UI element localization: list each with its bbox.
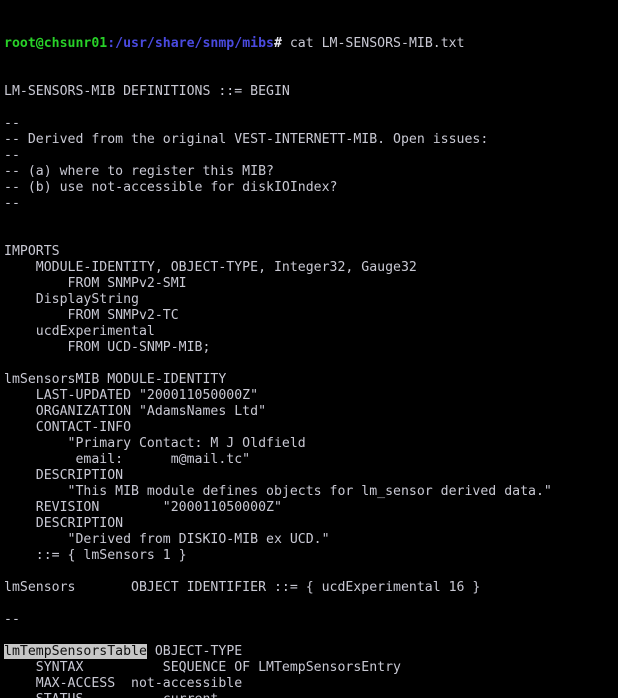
shell-prompt-line: root@chsunr01:/usr/share/snmp/mibs# cat … (4, 36, 618, 52)
output-line: DESCRIPTION (4, 468, 124, 483)
prompt-sigil: # (273, 36, 282, 51)
prompt-command: cat LM-SENSORS-MIB.txt (281, 36, 465, 51)
output-line: LAST-UPDATED "200011050000Z" (4, 388, 259, 403)
search-match-highlight: lmTempSensorsTable (4, 644, 147, 659)
output-line: -- (4, 196, 20, 211)
output-line: LM-SENSORS-MIB DEFINITIONS ::= BEGIN (4, 84, 290, 99)
output-line: FROM SNMPv2-SMI (4, 276, 187, 291)
terminal-output[interactable]: root@chsunr01:/usr/share/snmp/mibs# cat … (0, 0, 618, 698)
output-line: -- (b) use not-accessible for diskIOInde… (4, 180, 338, 195)
output-line: ORGANIZATION "AdamsNames Ltd" (4, 404, 267, 419)
prompt-user-host: root@chsunr01 (4, 36, 108, 51)
output-line: lmSensorsMIB MODULE-IDENTITY (4, 372, 227, 387)
output-line: lmTempSensorsTable OBJECT-TYPE (4, 644, 243, 659)
output-line: DESCRIPTION (4, 516, 124, 531)
output-line: "Derived from DISKIO-MIB ex UCD." (4, 532, 330, 547)
prompt-path: :/usr/share/snmp/mibs (107, 36, 274, 51)
output-line: -- Derived from the original VEST-INTERN… (4, 132, 489, 147)
output-line: FROM SNMPv2-TC (4, 308, 179, 323)
output-line: STATUS current (4, 692, 618, 698)
output-line: "Primary Contact: M J Oldfield (4, 436, 306, 451)
output-line: MODULE-IDENTITY, OBJECT-TYPE, Integer32,… (4, 260, 417, 275)
output-line: FROM UCD-SNMP-MIB; (4, 340, 211, 355)
output-line: -- (a) where to register this MIB? (4, 164, 274, 179)
output-line: IMPORTS (4, 244, 60, 259)
output-line: email: m@mail.tc" (4, 452, 251, 467)
file-content: LM-SENSORS-MIB DEFINITIONS ::= BEGIN -- -… (4, 84, 618, 698)
output-line: CONTACT-INFO (4, 420, 132, 435)
output-line: lmSensors OBJECT IDENTIFIER ::= { ucdExp… (4, 580, 481, 595)
output-line: -- (4, 148, 20, 163)
output-line: -- (4, 116, 20, 131)
output-line: -- (4, 612, 20, 627)
output-line: ::= { lmSensors 1 } (4, 548, 187, 563)
output-line: MAX-ACCESS not-accessible (4, 676, 243, 691)
output-line: "This MIB module defines objects for lm_… (4, 484, 552, 499)
output-line: SYNTAX SEQUENCE OF LMTempSensorsEntry (4, 660, 401, 675)
output-line: REVISION "200011050000Z" (4, 500, 282, 515)
output-line: DisplayString (4, 292, 139, 307)
output-line: ucdExperimental (4, 324, 155, 339)
